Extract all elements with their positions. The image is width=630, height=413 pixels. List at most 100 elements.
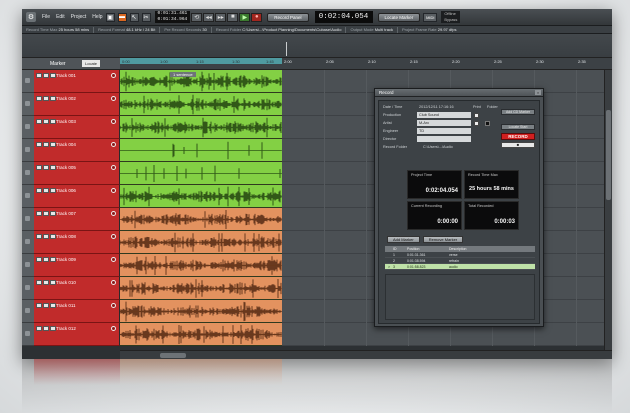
track-expand-handle[interactable] xyxy=(22,231,34,254)
solo-icon[interactable] xyxy=(43,234,49,239)
track-expand-handle[interactable] xyxy=(22,300,34,323)
track-name[interactable]: Track 002 xyxy=(56,96,76,101)
status-record-folder[interactable]: Record Folder C:\Users\...\Product Plann… xyxy=(216,27,342,32)
solo-icon[interactable] xyxy=(43,303,49,308)
track-expand-handle[interactable] xyxy=(22,93,34,116)
record-folder-value[interactable]: C:\Users\...\Audio xyxy=(421,144,475,150)
monitor-icon[interactable] xyxy=(111,165,116,170)
forward-button[interactable]: ▸▸ xyxy=(215,12,227,22)
midi-button[interactable]: MIDI xyxy=(423,12,438,22)
menu-edit[interactable]: Edit xyxy=(56,14,65,20)
mute-icon[interactable] xyxy=(36,257,42,262)
track-expand-handle[interactable] xyxy=(22,323,34,346)
track-name[interactable]: Track 005 xyxy=(56,165,76,170)
track-name[interactable]: Track 011 xyxy=(56,303,76,308)
track-name[interactable]: Track 008 xyxy=(56,234,76,239)
mute-icon[interactable] xyxy=(36,326,42,331)
solo-icon[interactable] xyxy=(43,257,49,262)
audio-clip[interactable] xyxy=(120,254,282,277)
track-header[interactable]: Track 005 xyxy=(34,162,120,185)
solo-icon[interactable] xyxy=(43,211,49,216)
mute-icon[interactable] xyxy=(36,303,42,308)
marker-description[interactable]: verse xyxy=(449,252,519,257)
record-button[interactable]: RECORD xyxy=(501,133,535,140)
record-transport-button[interactable]: ● xyxy=(251,12,263,22)
marker-row[interactable]: >3 0:01:58.823 audio xyxy=(385,264,535,270)
monitor-icon[interactable] xyxy=(111,211,116,216)
locate-dropdown[interactable]: Locate xyxy=(82,60,101,67)
rewind-button[interactable]: ◂◂ xyxy=(203,12,215,22)
track-name[interactable]: Track 012 xyxy=(56,326,76,331)
track-header[interactable]: Track 001 xyxy=(34,70,120,93)
track-name[interactable]: Track 009 xyxy=(56,257,76,262)
audio-clip[interactable] xyxy=(120,323,282,346)
mute-icon[interactable] xyxy=(36,142,42,147)
menu-project[interactable]: Project xyxy=(71,14,87,20)
monitor-icon[interactable] xyxy=(111,142,116,147)
mute-icon[interactable] xyxy=(36,234,42,239)
audio-clip[interactable] xyxy=(120,139,282,162)
project-cursor[interactable] xyxy=(286,42,287,56)
marker-description[interactable]: audio xyxy=(449,264,519,269)
audio-clip[interactable] xyxy=(120,162,282,185)
track-header[interactable]: Track 012 xyxy=(34,323,120,346)
cycle-button[interactable]: ⟲ xyxy=(191,12,203,22)
add-cd-marker-button[interactable]: Add CD Marker xyxy=(501,109,535,115)
solo-icon[interactable] xyxy=(43,96,49,101)
marker-position[interactable]: 0:01:58.823 xyxy=(407,264,449,269)
track-header[interactable]: Track 011 xyxy=(34,300,120,323)
track-header[interactable]: Track 006 xyxy=(34,185,120,208)
mute-icon[interactable] xyxy=(36,165,42,170)
track-expand-handle[interactable] xyxy=(22,208,34,231)
audio-clip[interactable] xyxy=(120,116,282,139)
monitor-icon[interactable] xyxy=(111,303,116,308)
timeline-ruler[interactable]: 0:00 1:00 1:15 1:30 1:45 2:00 2:05 2:10 … xyxy=(120,58,612,70)
audio-clip[interactable] xyxy=(120,208,282,231)
pointer-tool-icon[interactable]: ↖ xyxy=(129,12,139,22)
app-logo-icon[interactable]: ⚙ xyxy=(26,12,36,22)
mute-icon[interactable] xyxy=(36,73,42,78)
range-tool-icon[interactable]: ✂ xyxy=(141,12,151,22)
horizontal-scrollbar[interactable] xyxy=(120,350,612,359)
track-header[interactable]: Track 004 xyxy=(34,139,120,162)
mute-icon[interactable] xyxy=(36,211,42,216)
mute-icon[interactable] xyxy=(36,119,42,124)
mute-icon[interactable] xyxy=(36,280,42,285)
track-header[interactable]: Track 010 xyxy=(34,277,120,300)
remove-marker-button[interactable]: Remove Marker xyxy=(422,236,464,243)
status-pre-record[interactable]: Pre Record Seconds 30 xyxy=(164,27,207,32)
mute-icon[interactable] xyxy=(36,96,42,101)
solo-icon[interactable] xyxy=(43,188,49,193)
audio-clip[interactable] xyxy=(120,70,282,93)
toolbar-snap-icon[interactable]: ▬ xyxy=(117,12,127,22)
horizontal-scroll-thumb[interactable] xyxy=(160,353,186,358)
vertical-scrollbar[interactable] xyxy=(604,70,612,350)
solo-icon[interactable] xyxy=(43,119,49,124)
director-field[interactable] xyxy=(417,136,471,142)
monitor-icon[interactable] xyxy=(111,119,116,124)
play-button[interactable]: ▶ xyxy=(239,12,251,22)
track-name[interactable]: Track 004 xyxy=(56,142,76,147)
production-print-checkbox[interactable] xyxy=(474,113,479,118)
artist-folder-checkbox[interactable] xyxy=(485,121,490,126)
record-panel-titlebar[interactable]: Record × xyxy=(375,89,543,97)
track-header[interactable]: Track 002 xyxy=(34,93,120,116)
track-expand-handle[interactable] xyxy=(22,70,34,93)
track-name[interactable]: Track 003 xyxy=(56,119,76,124)
track-expand-handle[interactable] xyxy=(22,116,34,139)
track-name[interactable]: Track 007 xyxy=(56,211,76,216)
track-expand-handle[interactable] xyxy=(22,254,34,277)
solo-icon[interactable] xyxy=(43,73,49,78)
mute-icon[interactable] xyxy=(36,188,42,193)
audio-clip[interactable] xyxy=(120,93,282,116)
artist-print-checkbox[interactable] xyxy=(474,121,479,126)
menu-file[interactable]: File xyxy=(42,14,50,20)
status-frame-rate[interactable]: Project Frame Rate 29.97 dfps xyxy=(402,27,457,32)
monitor-icon[interactable] xyxy=(111,234,116,239)
locate-marker-button[interactable]: Locate Marker xyxy=(377,12,421,22)
record-panel-button[interactable]: Record Panel xyxy=(267,12,309,22)
status-record-format[interactable]: Record Format 48.1 kHz / 24 Bit xyxy=(98,27,155,32)
status-output-mode[interactable]: Output Mode Multi track xyxy=(350,27,392,32)
marker-flag[interactable]: 1 sentence xyxy=(170,72,196,77)
track-name[interactable]: Track 001 xyxy=(56,73,76,78)
